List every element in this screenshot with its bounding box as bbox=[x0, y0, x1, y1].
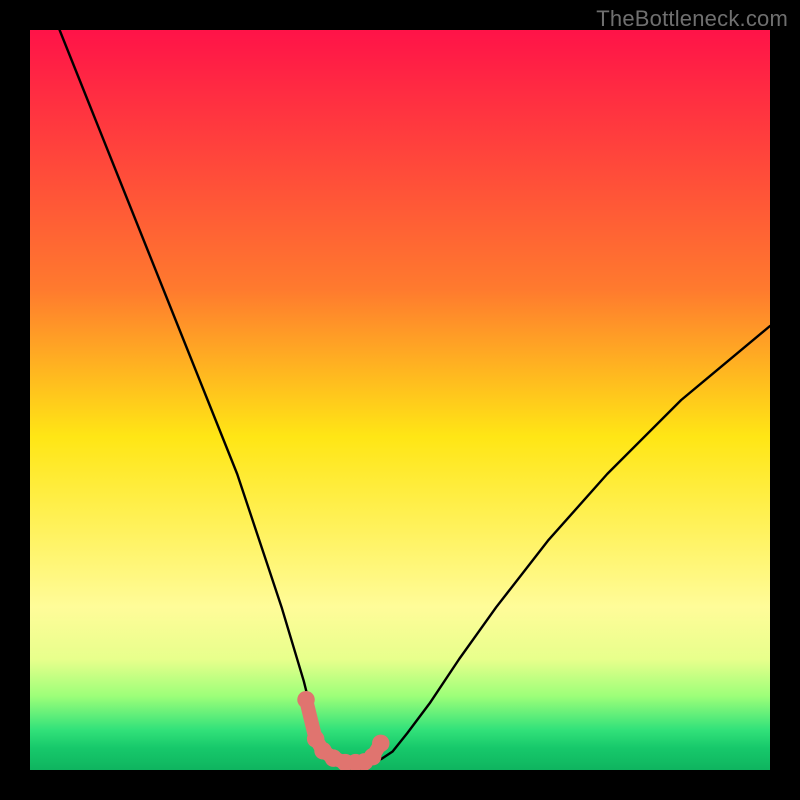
watermark-text: TheBottleneck.com bbox=[596, 6, 788, 32]
chart-frame: TheBottleneck.com bbox=[0, 0, 800, 800]
chart-background bbox=[30, 30, 770, 770]
chart-svg bbox=[30, 30, 770, 770]
chart-plot-area bbox=[30, 30, 770, 770]
